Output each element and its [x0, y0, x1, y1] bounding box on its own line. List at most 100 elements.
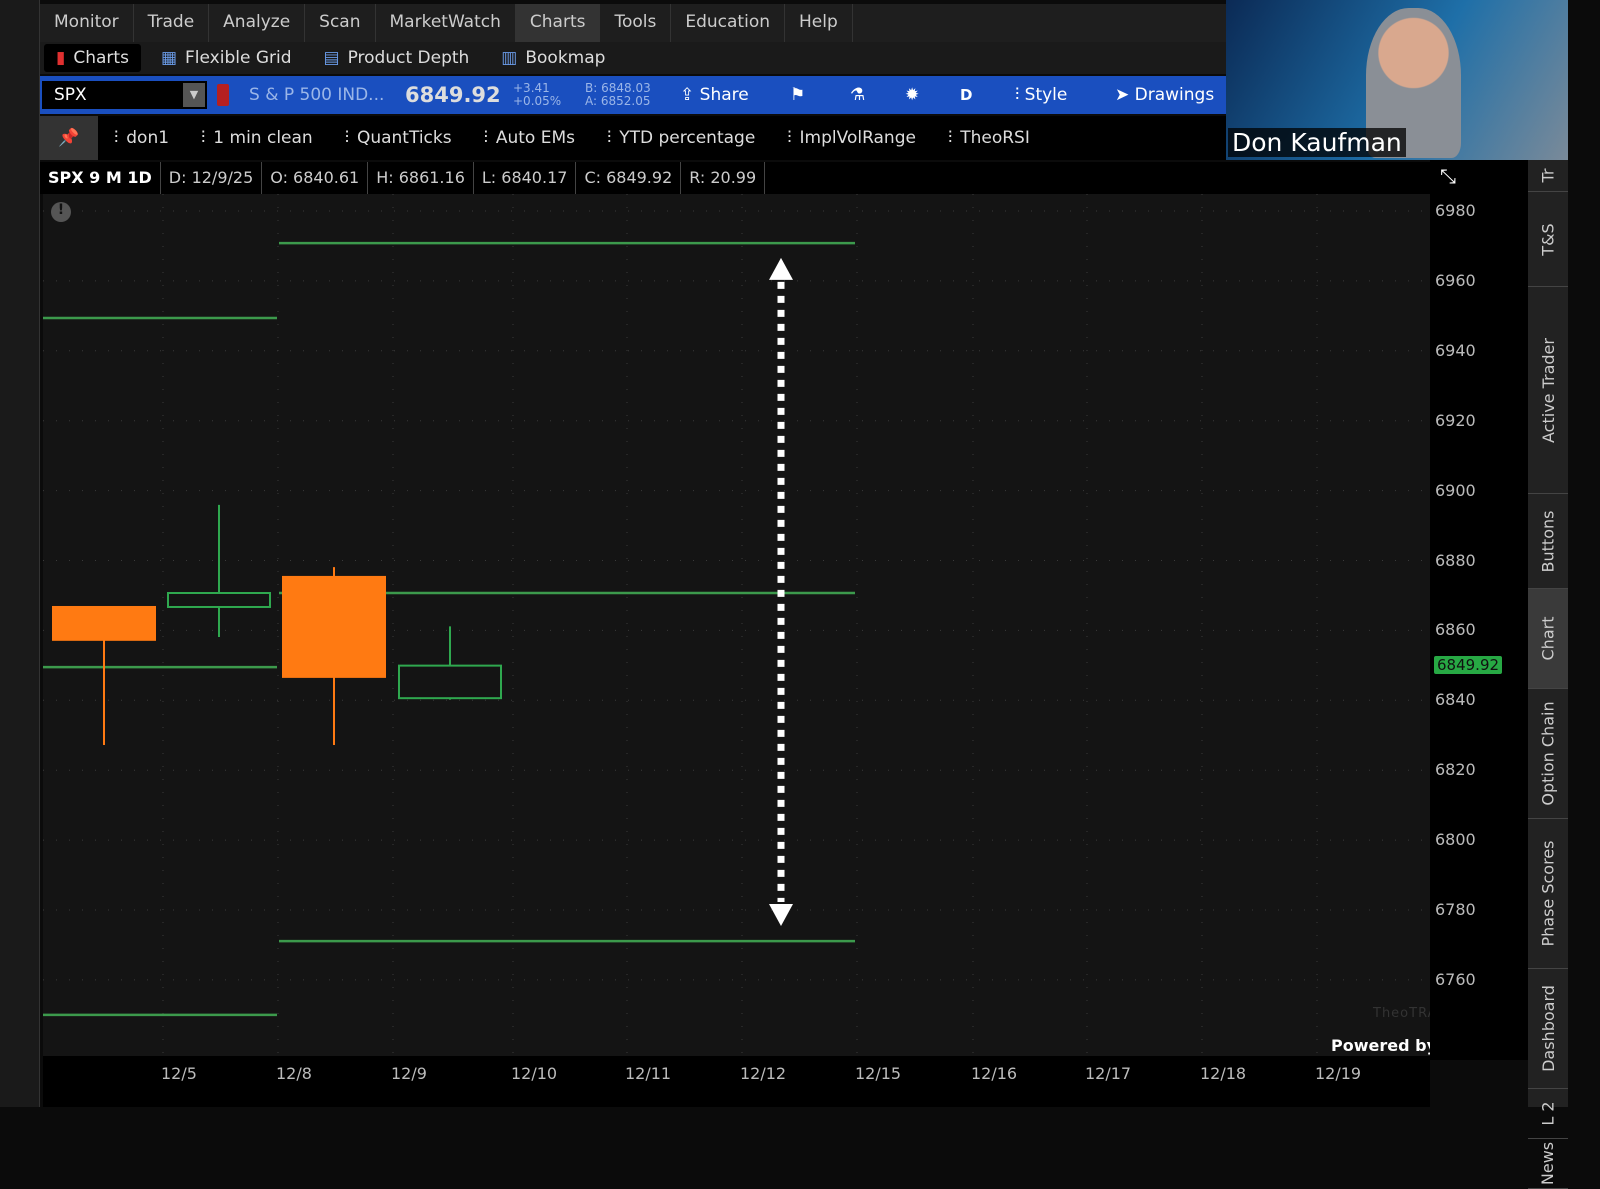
x-tick-label: 12/9: [391, 1064, 427, 1083]
symbol-bar: SPX ▼ S & P 500 IND... 6849.92 +3.41 +0.05…: [40, 76, 1230, 114]
candle-body: [167, 592, 271, 608]
subtab-flexible-grid[interactable]: ▦ Flexible Grid: [149, 44, 304, 72]
webcam-overlay: Don Kaufman: [1226, 0, 1568, 160]
subtab-label: Flexible Grid: [185, 48, 292, 68]
menu-education[interactable]: Education: [671, 4, 785, 42]
candle-body: [52, 605, 156, 641]
cursor-icon: ➤: [1115, 85, 1135, 105]
y-tick-label: 6980: [1435, 201, 1476, 220]
study-set-4[interactable]: ⫶ YTD percentage: [591, 128, 771, 148]
study-label: don1: [126, 128, 170, 148]
main-menu: Monitor Trade Analyze Scan MarketWatch Charts…: [40, 4, 1230, 42]
right-tab-0[interactable]: Tr: [1528, 160, 1568, 192]
candle-12/5[interactable]: [167, 504, 271, 638]
right-tab-6[interactable]: Phase Scores: [1528, 819, 1568, 969]
candle-12/8[interactable]: [282, 567, 386, 746]
gear-icon[interactable]: ✹: [905, 85, 960, 105]
chart-canvas[interactable]: [43, 194, 1430, 1056]
aggregation-button[interactable]: D: [960, 86, 1015, 104]
drawings-button[interactable]: ➤ Drawings: [1115, 85, 1214, 105]
arrow-down-icon: [769, 904, 793, 926]
bookmap-icon: ▥: [501, 48, 518, 68]
pin-icon[interactable]: 📌: [40, 116, 98, 160]
menu-trade[interactable]: Trade: [134, 4, 210, 42]
study-set-1[interactable]: ⫶ 1 min clean: [185, 128, 329, 148]
subtab-product-depth[interactable]: ▤ Product Depth: [312, 44, 482, 72]
alert-icon[interactable]: [217, 84, 229, 106]
share-button[interactable]: ⇪ Share: [680, 85, 790, 105]
x-tick-label: 12/12: [740, 1064, 787, 1083]
right-tab-label: Buttons: [1538, 510, 1558, 572]
study-set-3[interactable]: ⫶ Auto EMs: [468, 128, 591, 148]
menu-charts[interactable]: Charts: [515, 4, 601, 42]
right-tab-label: Dashboard: [1538, 985, 1558, 1072]
x-tick-label: 12/19: [1315, 1064, 1362, 1083]
flask-icon[interactable]: ⚗: [850, 85, 905, 105]
right-tab-label: Phase Scores: [1538, 840, 1558, 947]
study-set-6[interactable]: ⫶ TheoRSI: [932, 128, 1046, 148]
right-tab-5[interactable]: Option Chain: [1528, 689, 1568, 819]
right-tab-4[interactable]: Chart: [1528, 589, 1568, 689]
study-icon: ⫶: [1015, 85, 1025, 105]
menu-monitor[interactable]: Monitor: [40, 4, 134, 42]
x-tick-label: 12/8: [276, 1064, 312, 1083]
right-tab-8[interactable]: L 2: [1528, 1089, 1568, 1139]
expand-icon[interactable]: ⤡: [1440, 164, 1456, 188]
study-icon: ⫶: [787, 128, 792, 148]
y-tick-label: 6920: [1435, 410, 1476, 430]
drawings-label: Drawings: [1134, 85, 1215, 105]
right-tab-label: Chart: [1538, 616, 1558, 661]
right-tab-2[interactable]: Active Trader: [1528, 287, 1568, 494]
study-set-5[interactable]: ⫶ ImplVolRange: [771, 128, 932, 148]
candle-12/9[interactable]: [398, 626, 502, 700]
flag-icon[interactable]: ⚑: [790, 85, 850, 105]
right-tab-3[interactable]: Buttons: [1528, 494, 1568, 589]
right-tab-7[interactable]: Dashboard: [1528, 969, 1568, 1089]
subtab-bookmap[interactable]: ▥ Bookmap: [489, 44, 617, 72]
study-label: YTD percentage: [619, 128, 756, 148]
study-icon: ⫶: [201, 128, 206, 148]
menu-marketwatch[interactable]: MarketWatch: [376, 4, 516, 42]
ohlc-header: SPX 9 M 1D D: 12/9/25 O: 6840.61 H: 6861…: [40, 162, 1430, 194]
subtab-label: Charts: [73, 48, 129, 68]
study-icon: ⫶: [607, 128, 612, 148]
x-tick-label: 12/17: [1085, 1064, 1132, 1083]
right-tab-9[interactable]: News: [1528, 1139, 1568, 1189]
ohlc-date: D: 12/9/25: [161, 162, 263, 194]
price-axis[interactable]: ⤡ 6980 6960 6940 6920 6900 6880 6860 6840 6820 68…: [1430, 160, 1528, 1060]
menu-analyze[interactable]: Analyze: [209, 4, 306, 42]
depth-icon: ▤: [323, 48, 340, 68]
last-price-tag: 6849.92: [1434, 655, 1503, 674]
y-tick-label: 6780: [1435, 900, 1476, 919]
price-chart[interactable]: ! TheoTRADE Powered by Zoom: [43, 194, 1493, 1056]
study-set-2[interactable]: ⫶ QuantTicks: [329, 128, 468, 148]
study-label: TheoRSI: [960, 128, 1030, 148]
x-tick-label: 12/10: [511, 1064, 558, 1083]
share-icon: ⇪: [680, 85, 700, 105]
menu-tools[interactable]: Tools: [600, 4, 672, 42]
right-tab-1[interactable]: T&S: [1528, 192, 1568, 287]
style-label: Style: [1024, 85, 1068, 105]
candle-12/4[interactable]: [52, 605, 156, 746]
time-axis[interactable]: 12/5 12/8 12/9 12/10 12/11 12/12 12/15 12/16 12/…: [43, 1056, 1430, 1107]
charts-subtabs: ▮ Charts ▦ Flexible Grid ▤ Product Depth ▥ Book…: [40, 42, 1230, 74]
share-label: Share: [699, 85, 749, 105]
y-tick-label: 6800: [1435, 830, 1476, 850]
menu-help[interactable]: Help: [785, 4, 853, 42]
chevron-down-icon[interactable]: ▼: [183, 83, 205, 107]
x-tick-label: 12/16: [971, 1064, 1018, 1083]
style-button[interactable]: ⫶ Style: [1015, 85, 1115, 105]
right-tab-label: Tr: [1538, 168, 1558, 183]
info-icon[interactable]: !: [51, 202, 71, 222]
right-tab-label: Option Chain: [1538, 701, 1558, 806]
symbol-input[interactable]: SPX ▼: [42, 81, 207, 109]
symbol-description: S & P 500 IND...: [249, 85, 385, 105]
subtab-charts[interactable]: ▮ Charts: [44, 44, 141, 72]
ohlc-high: H: 6861.16: [368, 162, 474, 194]
y-tick-label: 6900: [1435, 480, 1476, 500]
menu-scan[interactable]: Scan: [305, 4, 376, 42]
chart-title: SPX 9 M 1D: [40, 162, 161, 194]
change-percent: +0.05%: [513, 94, 562, 108]
x-tick-label: 12/18: [1200, 1064, 1247, 1083]
study-set-0[interactable]: ⫶ don1: [98, 128, 185, 148]
